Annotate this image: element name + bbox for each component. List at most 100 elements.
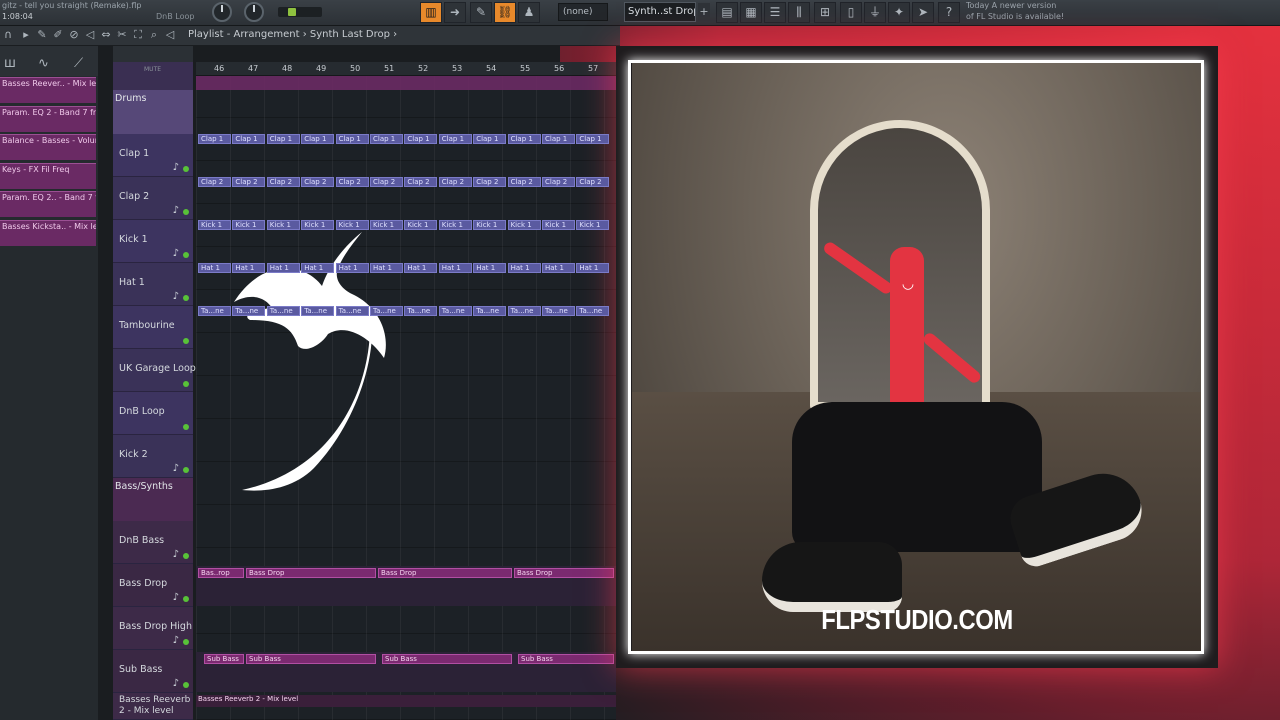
clip-clap-1[interactable]: Clap 1 — [266, 134, 300, 144]
track-enable-led[interactable] — [183, 424, 189, 430]
track-uk-garage-loop[interactable]: UK Garage Loop — [113, 349, 196, 392]
automation-clip[interactable]: Param. EQ 2 - Band 7 freq — [0, 106, 96, 132]
clip-kick-1[interactable]: Kick 1 — [266, 220, 300, 230]
clip-clap-2[interactable]: Clap 2 — [301, 177, 335, 187]
clip-clap-1[interactable]: Clap 1 — [576, 134, 610, 144]
clip-bass-drop[interactable]: Bas..rop — [198, 568, 244, 578]
clip-clap-1[interactable]: Clap 1 — [473, 134, 507, 144]
zoom-tool-icon[interactable]: ⌕ — [148, 29, 160, 41]
clip-kick-1[interactable]: Kick 1 — [507, 220, 541, 230]
track-dnb-bass[interactable]: DnB Bass ♪ — [113, 521, 193, 564]
clip-tambourine[interactable]: Ta...ne — [404, 306, 438, 316]
automation-clip[interactable]: Balance - Basses - Volume — [0, 134, 96, 160]
automation-clip[interactable]: Keys - FX Fil Freq — [0, 163, 96, 189]
clip-kick-1[interactable]: Kick 1 — [198, 220, 231, 230]
clipboard-icon[interactable]: ▯ — [840, 2, 862, 23]
clip-clap-1[interactable]: Clap 1 — [198, 134, 231, 144]
clip-hat-1[interactable]: Hat 1 — [335, 263, 369, 273]
send-icon[interactable]: ➤ — [912, 2, 934, 23]
clip-tambourine[interactable]: Ta...ne — [301, 306, 335, 316]
clip-hat-1[interactable]: Hat 1 — [507, 263, 541, 273]
clip-hat-1[interactable]: Hat 1 — [576, 263, 610, 273]
wizard-icon[interactable]: ✦ — [888, 2, 910, 23]
track-sub-bass[interactable]: Sub Bass ♪ — [113, 650, 193, 693]
clip-clap-2[interactable]: Clap 2 — [198, 177, 231, 187]
clip-clap-2[interactable]: Clap 2 — [507, 177, 541, 187]
clip-sub-bass[interactable]: Sub Bass — [204, 654, 244, 664]
brush-tool-icon[interactable]: ✐ — [52, 29, 64, 41]
add-pattern-button[interactable]: + — [698, 3, 710, 21]
clip-kick-1[interactable]: Kick 1 — [232, 220, 266, 230]
track-enable-led[interactable] — [183, 639, 189, 645]
track-enable-led[interactable] — [183, 209, 189, 215]
clip-bass-drop[interactable]: Bass Drop — [378, 568, 512, 578]
clip-kick-1[interactable]: Kick 1 — [542, 220, 575, 230]
select-tool-icon[interactable]: ⛶ — [132, 29, 144, 41]
track-enable-led[interactable] — [183, 295, 189, 301]
automation-clip[interactable]: Basses Kicksta.. - Mix level — [0, 220, 96, 246]
clip-tambourine[interactable]: Ta...ne — [232, 306, 266, 316]
clip-hat-1[interactable]: Hat 1 — [473, 263, 507, 273]
clip-tambourine[interactable]: Ta...ne — [335, 306, 369, 316]
clip-kick-1[interactable]: Kick 1 — [438, 220, 472, 230]
slider-handle[interactable] — [288, 8, 296, 16]
automation-clip[interactable]: Param. EQ 2.. - Band 7 freq — [0, 191, 96, 217]
clip-kick-1[interactable]: Kick 1 — [301, 220, 335, 230]
track-enable-led[interactable] — [183, 467, 189, 473]
clip-tambourine[interactable]: Ta...ne — [266, 306, 300, 316]
pattern-select[interactable]: (none) — [558, 3, 608, 21]
clip-clap-2[interactable]: Clap 2 — [473, 177, 507, 187]
clip-kick-1[interactable]: Kick 1 — [576, 220, 610, 230]
main-slider[interactable] — [278, 7, 322, 17]
clip-clap-2[interactable]: Clap 2 — [232, 177, 266, 187]
playlist-icon[interactable]: ▤ — [716, 2, 738, 23]
clip-hat-1[interactable]: Hat 1 — [301, 263, 335, 273]
track-enable-led[interactable] — [183, 338, 189, 344]
clip-hat-1[interactable]: Hat 1 — [266, 263, 300, 273]
pencil-tool-icon[interactable]: ✎ — [36, 29, 48, 41]
group-header-drums[interactable]: Drums — [113, 90, 193, 134]
channel-rack-icon[interactable]: ☰ — [764, 2, 786, 23]
clip-kick-1[interactable]: Kick 1 — [473, 220, 507, 230]
mute-tool-icon[interactable]: ◁ — [84, 29, 96, 41]
group-header-bass-synths[interactable]: Bass/Synths — [113, 478, 193, 521]
clip-tambourine[interactable]: Ta...ne — [438, 306, 472, 316]
bass-drop-lane[interactable]: Bas..rop Bass Drop Bass Drop Bass Drop — [196, 566, 616, 606]
automation-clip[interactable]: Basses Reever.. - Mix level — [0, 77, 96, 103]
clip-sub-bass[interactable]: Sub Bass — [246, 654, 376, 664]
master-volume-knob[interactable] — [212, 2, 232, 22]
clip-clap-1[interactable]: Clap 1 — [404, 134, 438, 144]
clip-hat-1[interactable]: Hat 1 — [438, 263, 472, 273]
clip-bass-drop[interactable]: Bass Drop — [246, 568, 376, 578]
pencil-icon[interactable]: ✎ — [470, 2, 492, 23]
clip-tambourine[interactable]: Ta...ne — [576, 306, 610, 316]
master-pitch-knob[interactable] — [244, 2, 264, 22]
clip-tambourine[interactable]: Ta...ne — [198, 306, 231, 316]
clip-hat-1[interactable]: Hat 1 — [404, 263, 438, 273]
clip-bass-drop[interactable]: Bass Drop — [514, 568, 614, 578]
clip-kick-1[interactable]: Kick 1 — [370, 220, 403, 230]
clip-tambourine[interactable]: Ta...ne — [473, 306, 507, 316]
slip-tool-icon[interactable]: ⇔ — [100, 29, 112, 41]
track-enable-led[interactable] — [183, 596, 189, 602]
clip-sub-bass[interactable]: Sub Bass — [518, 654, 614, 664]
clip-tambourine[interactable]: Ta...ne — [507, 306, 541, 316]
automation-lane[interactable] — [196, 76, 616, 90]
clip-clap-2[interactable]: Clap 2 — [576, 177, 610, 187]
clip-clap-2[interactable]: Clap 2 — [542, 177, 575, 187]
clip-clap-1[interactable]: Clap 1 — [370, 134, 403, 144]
mixer-icon[interactable]: ⫼ — [788, 2, 810, 23]
track-kick-1[interactable]: Kick 1 ♪ — [113, 220, 193, 263]
clip-reverb-automation[interactable]: Basses Reeverb 2 - Mix level — [196, 695, 616, 705]
news-panel[interactable]: Today A newer version of FL Studio is av… — [966, 0, 1064, 22]
clip-sub-bass[interactable]: Sub Bass — [382, 654, 512, 664]
clip-clap-2[interactable]: Clap 2 — [335, 177, 369, 187]
clip-clap-2[interactable]: Clap 2 — [404, 177, 438, 187]
magnet-icon[interactable]: ∩ — [2, 29, 14, 41]
track-reverb-automation[interactable]: Basses Reeverb 2 - Mix level — [113, 693, 193, 720]
piano-icon[interactable]: ▥ — [420, 2, 442, 23]
playback-tool-icon[interactable]: ◁ — [164, 29, 176, 41]
track-bass-drop[interactable]: Bass Drop ♪ — [113, 564, 193, 607]
track-bass-drop-high[interactable]: Bass Drop High ♪ — [113, 607, 193, 650]
timeline-ruler[interactable]: 46 47 48 49 50 51 52 53 54 55 56 57 — [196, 62, 616, 76]
